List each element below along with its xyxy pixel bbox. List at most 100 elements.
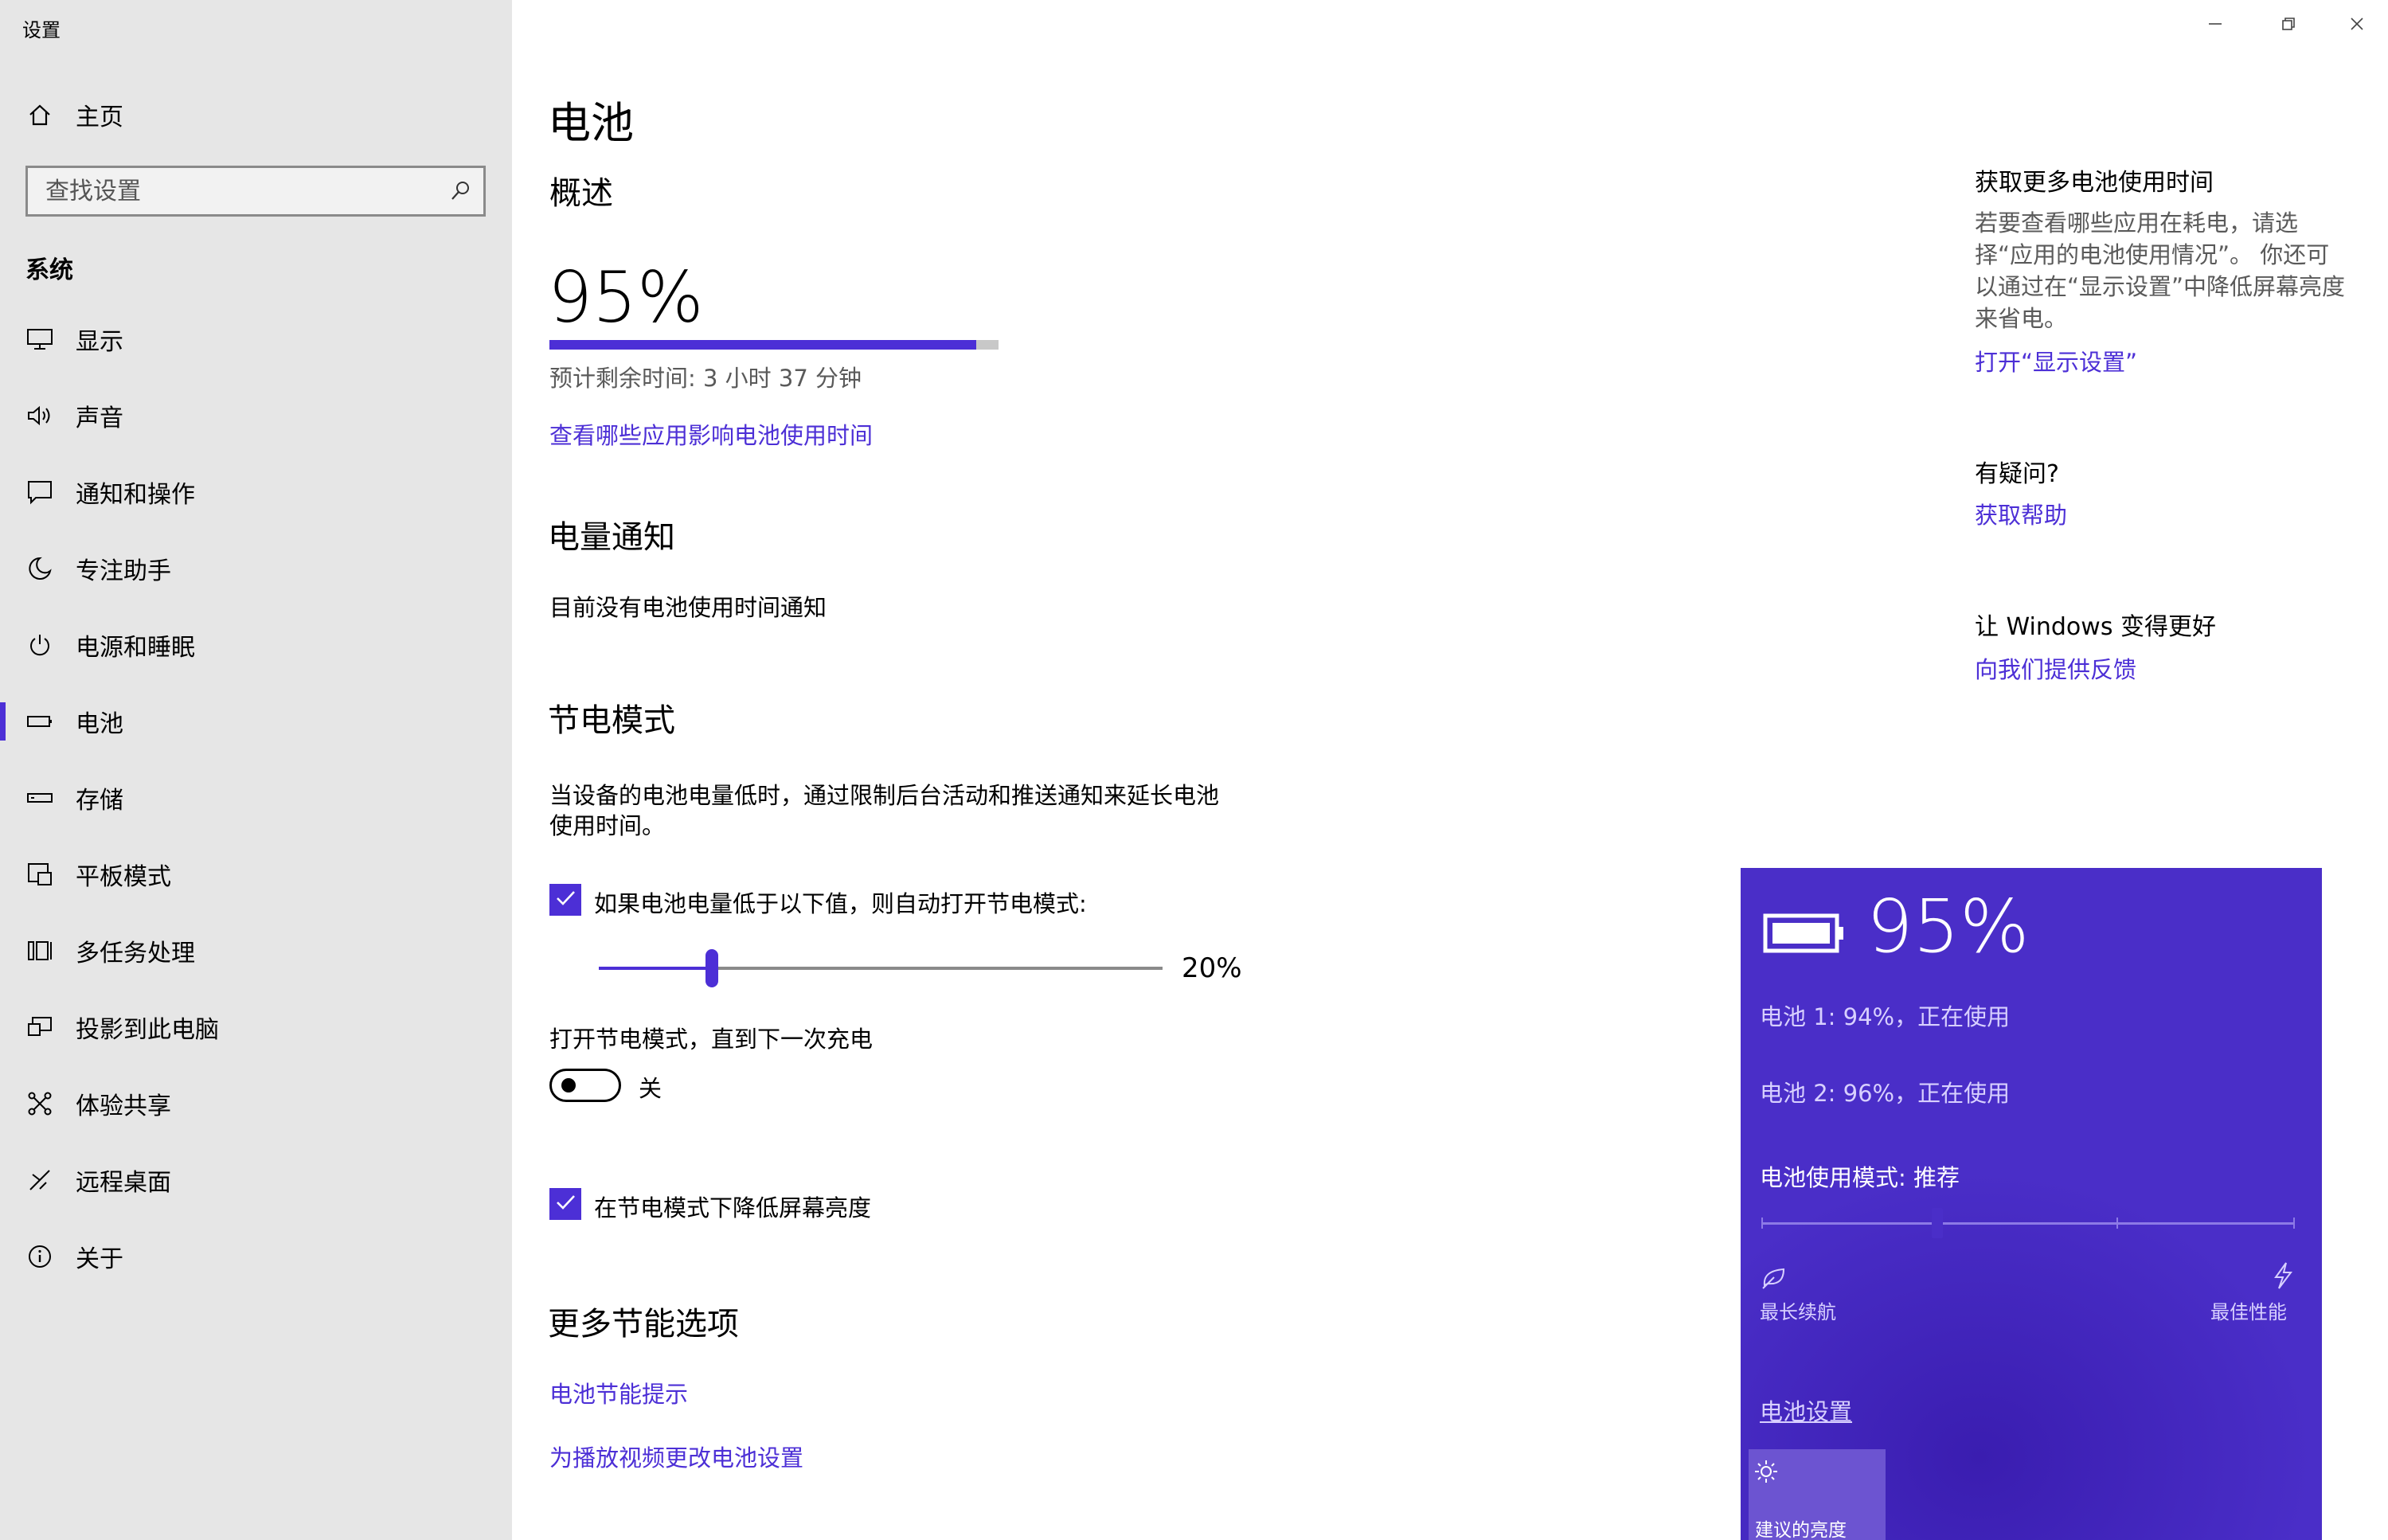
saver-description-line2: 使用时间。 [549, 812, 666, 839]
info-icon [25, 1242, 54, 1271]
sidebar-item-multitasking[interactable]: 多任务处理 [0, 913, 512, 989]
flyout-percent: 95% [1866, 884, 2030, 969]
sidebar-item-sound[interactable]: 声音 [0, 377, 512, 454]
sidebar-item-label: 多任务处理 [76, 940, 195, 967]
sidebar-item-label: 专注助手 [76, 557, 171, 585]
sidebar-item-about[interactable]: 关于 [0, 1218, 512, 1295]
saver-toggle-state: 关 [639, 1075, 662, 1102]
battery-icon [25, 707, 54, 736]
battery-time-line: 来省电。 [1975, 305, 2068, 332]
minimize-icon [2207, 16, 2223, 35]
sun-icon [1753, 1459, 1779, 1487]
app-title: 设置 [22, 19, 61, 41]
section-title: 系统 [25, 256, 73, 284]
question-heading: 有疑问? [1975, 460, 2059, 488]
open-display-settings-link[interactable]: 打开“显示设置” [1975, 344, 2137, 377]
sidebar-item-label: 通知和操作 [76, 481, 195, 509]
page-title: 电池 [548, 98, 634, 148]
battery-time-line: 若要查看哪些应用在耗电，请选 [1975, 209, 2299, 236]
leaf-icon [1760, 1264, 1788, 1293]
brightness-tile[interactable]: 建议的亮度 [1749, 1449, 1886, 1540]
battery-tips-link[interactable]: 电池节能提示 [549, 1376, 688, 1409]
sidebar-item-label: 存储 [76, 787, 123, 815]
flyout-mode-label: 电池使用模式: 推荐 [1760, 1164, 1960, 1191]
remote-icon [25, 1166, 54, 1194]
auto-saver-label: 如果电池电量低于以下值，则自动打开节电模式: [594, 890, 1087, 917]
sidebar-home[interactable]: 主页 [0, 76, 512, 153]
close-icon [2349, 16, 2365, 35]
sidebar-item-label: 电源和睡眠 [76, 634, 195, 662]
sidebar-item-notifications[interactable]: 通知和操作 [0, 454, 512, 530]
sidebar: 设置 主页 系统 显示 声音 通知和操作 专注助手 [0, 0, 512, 1540]
sidebar-item-label: 投影到此电脑 [76, 1016, 219, 1044]
sidebar-home-label: 主页 [76, 104, 123, 131]
apps-battery-usage-link[interactable]: 查看哪些应用影响电池使用时间 [549, 417, 873, 451]
flyout-battery1: 电池 1: 94%，正在使用 [1760, 1003, 2011, 1030]
checkmark-icon [553, 886, 577, 913]
flyout-left-label: 最长续航 [1760, 1301, 1836, 1323]
restore-button[interactable] [2252, 0, 2325, 51]
saver-toggle-knob [561, 1078, 576, 1092]
battery-progress-fill [549, 340, 976, 350]
multitask-icon [25, 936, 54, 965]
moon-icon [25, 554, 54, 583]
get-help-link[interactable]: 获取帮助 [1975, 497, 2067, 530]
video-battery-settings-link[interactable]: 为播放视频更改电池设置 [549, 1440, 803, 1473]
power-mode-slider[interactable] [1761, 1208, 2295, 1238]
sidebar-item-battery[interactable]: 电池 [0, 683, 512, 760]
search-box[interactable] [25, 166, 486, 217]
sidebar-item-tablet-mode[interactable]: 平板模式 [0, 836, 512, 913]
sidebar-item-label: 电池 [76, 710, 123, 738]
restore-icon [2281, 16, 2296, 35]
battery-time-heading: 获取更多电池使用时间 [1975, 169, 2214, 197]
remaining-time: 预计剩余时间: 3 小时 37 分钟 [549, 365, 862, 392]
battery-time-line: 择“应用的电池使用情况”。 你还可 [1975, 241, 2330, 268]
slider-tick [2116, 1218, 2118, 1229]
project-icon [25, 1013, 54, 1042]
sidebar-item-remote-desktop[interactable]: 远程桌面 [0, 1142, 512, 1218]
flyout-battery-settings-link[interactable]: 电池设置 [1760, 1393, 1852, 1427]
battery-progress-bar [549, 340, 999, 350]
dim-brightness-checkbox[interactable] [549, 1188, 581, 1220]
saver-toggle-label: 打开节电模式，直到下一次充电 [549, 1026, 874, 1053]
power-icon [25, 631, 54, 659]
sidebar-item-label: 关于 [76, 1245, 123, 1273]
sidebar-item-shared-experiences[interactable]: 体验共享 [0, 1065, 512, 1142]
flyout-battery-icon [1763, 909, 1846, 960]
search-icon[interactable] [448, 179, 472, 203]
flyout-right-label: 最佳性能 [2210, 1301, 2287, 1323]
close-button[interactable] [2325, 0, 2388, 51]
sidebar-item-label: 显示 [76, 328, 123, 356]
sidebar-item-storage[interactable]: 存储 [0, 760, 512, 836]
notification-heading: 电量通知 [548, 519, 675, 556]
minimize-button[interactable] [2179, 0, 2252, 51]
battery-time-line: 以通过在“显示设置”中降低屏幕亮度 [1975, 273, 2346, 300]
notification-text: 目前没有电池使用时间通知 [549, 594, 827, 621]
sidebar-item-power-sleep[interactable]: 电源和睡眠 [0, 607, 512, 683]
flyout-battery2: 电池 2: 96%，正在使用 [1760, 1080, 2011, 1107]
auto-saver-checkbox[interactable] [549, 884, 581, 916]
power-mode-slider-thumb[interactable] [1932, 1208, 1944, 1238]
storage-icon [25, 784, 54, 812]
sidebar-item-label: 平板模式 [76, 863, 171, 891]
sidebar-item-focus-assist[interactable]: 专注助手 [0, 530, 512, 607]
slider-tick [2293, 1218, 2295, 1229]
sidebar-item-label: 远程桌面 [76, 1169, 171, 1197]
saver-toggle[interactable] [549, 1069, 621, 1102]
slider-tick [1761, 1218, 1763, 1229]
notification-icon [25, 478, 54, 506]
battery-time-text: 若要查看哪些应用在耗电，请选 择“应用的电池使用情况”。 你还可 以通过在“显示… [1975, 207, 2365, 334]
sidebar-item-label: 体验共享 [76, 1092, 171, 1120]
tablet-icon [25, 860, 54, 889]
sidebar-item-display[interactable]: 显示 [0, 301, 512, 377]
threshold-value: 20% [1182, 952, 1242, 984]
battery-flyout: 95% 电池 1: 94%，正在使用 电池 2: 96%，正在使用 电池使用模式… [1741, 868, 2322, 1540]
sidebar-item-project[interactable]: 投影到此电脑 [0, 989, 512, 1065]
feedback-link[interactable]: 向我们提供反馈 [1975, 651, 2136, 685]
threshold-slider-thumb[interactable] [705, 949, 718, 987]
active-indicator [0, 702, 6, 741]
saver-description-line1: 当设备的电池电量低时，通过限制后台活动和推送通知来延长电池 [549, 782, 1220, 809]
home-icon [25, 100, 54, 129]
threshold-slider[interactable] [599, 949, 1163, 987]
search-input[interactable] [28, 168, 442, 214]
